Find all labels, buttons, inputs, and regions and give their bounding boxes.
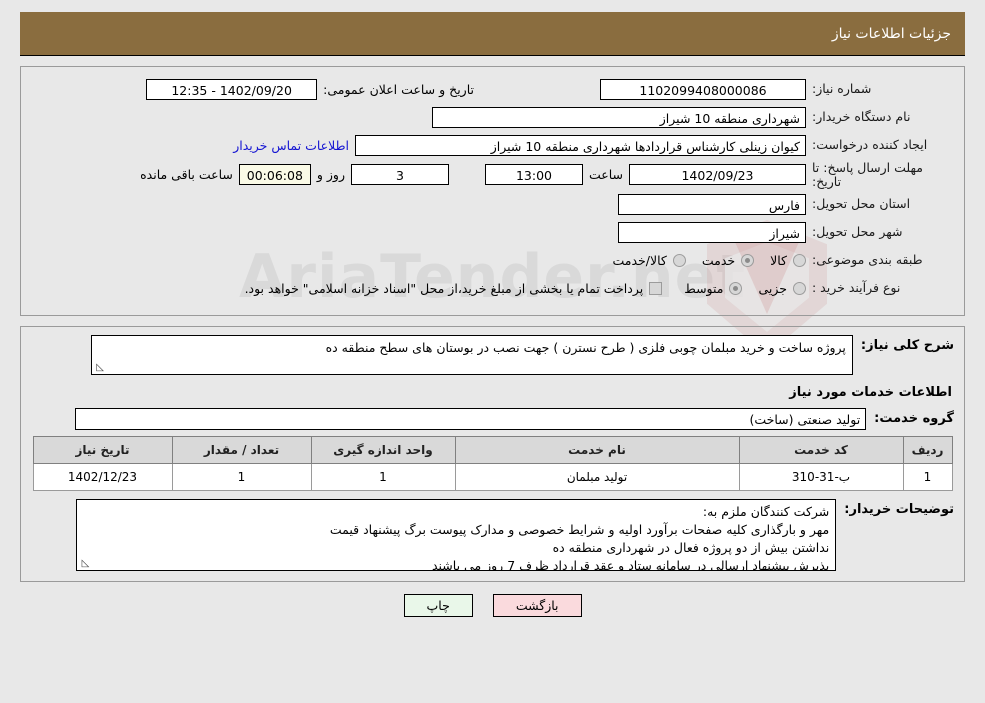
cell-quantity: 1 — [171, 462, 312, 491]
cell-unit: 1 — [310, 462, 456, 491]
time-label: ساعت — [588, 167, 623, 183]
row-need-number: شماره نیاز: 1102099408000086 تاریخ و ساع… — [31, 77, 954, 101]
back-button[interactable]: بازگشت — [492, 593, 582, 617]
process-type-option-minor-label: جزیی — [758, 281, 787, 296]
services-section-heading: اطلاعات خدمات مورد نیاز — [789, 384, 952, 400]
resize-grip-icon[interactable]: ◺ — [94, 362, 104, 373]
service-group-value: تولید صنعتی (ساخت) — [75, 407, 867, 430]
row-city: شهر محل تحویل: شیراز — [31, 221, 954, 245]
radio-icon[interactable] — [672, 254, 686, 267]
announce-datetime-value: 1402/09/20 - 12:35 — [146, 78, 318, 100]
buyer-notes-value[interactable]: شرکت کنندگان ملزم به: مهر و بارگذاری کلی… — [76, 498, 837, 571]
need-info-panel: شماره نیاز: 1102099408000086 تاریخ و ساع… — [20, 66, 965, 316]
buyer-notes-line-1: شرکت کنندگان ملزم به: — [702, 503, 830, 519]
city-value: شیراز — [618, 222, 806, 243]
row-requester: ایجاد کننده درخواست: کیوان زینلی کارشناس… — [31, 133, 954, 157]
remaining-days-value: 3 — [350, 164, 449, 186]
deadline-label: مهلت ارسال پاسخ: تا تاریخ: — [812, 160, 923, 189]
general-description-text: پروژه ساخت و خرید مبلمان چوبی فلزی ( طرح… — [325, 339, 846, 355]
announce-datetime-label: تاریخ و ساعت اعلان عمومی: — [323, 81, 474, 97]
classification-option-goods-service-label: کالا/خدمت — [612, 253, 667, 268]
row-service-group: گروه خدمت: تولید صنعتی (ساخت) — [31, 407, 954, 430]
radio-icon[interactable] — [741, 254, 755, 267]
province-label: استان محل تحویل: — [812, 196, 911, 212]
needs-table: ردیف کد خدمت نام خدمت واحد اندازه گیری ت… — [32, 435, 953, 491]
col-need-date: تاریخ نیاز — [32, 435, 173, 464]
general-description-label: شرح کلی نیاز: — [860, 337, 954, 353]
process-type-label: نوع فرآیند خرید : — [812, 280, 901, 296]
col-quantity: تعداد / مقدار — [171, 435, 312, 464]
classification-label: طبقه بندی موضوعی: — [812, 252, 923, 268]
row-classification: طبقه بندی موضوعی: کالا خدمت کالا/خدمت — [31, 249, 954, 273]
buyer-notes-line-3: نداشتن بیش از دو پروژه فعال در شهرداری م… — [552, 539, 830, 555]
table-header-row: ردیف کد خدمت نام خدمت واحد اندازه گیری ت… — [32, 435, 953, 464]
buyer-notes-label: توضیحات خریدار: — [844, 501, 954, 517]
radio-icon[interactable] — [729, 282, 743, 295]
resize-grip-icon[interactable]: ◺ — [79, 558, 90, 569]
row-buyer-org: نام دستگاه خریدار: شهرداری منطقه 10 شیرا… — [31, 105, 954, 129]
buyer-org-label: نام دستگاه خریدار: — [812, 108, 911, 124]
classification-option-service[interactable]: خدمت — [701, 253, 755, 268]
general-description-value[interactable]: پروژه ساخت و خرید مبلمان چوبی فلزی ( طرح… — [90, 334, 853, 375]
row-province: استان محل تحویل: فارس — [31, 193, 954, 217]
classification-option-service-label: خدمت — [701, 253, 736, 268]
row-deadline: مهلت ارسال پاسخ: تا تاریخ: 1402/09/23 سا… — [31, 161, 954, 189]
cell-need-date: 1402/12/23 — [32, 462, 173, 491]
need-number-label: شماره نیاز: — [812, 80, 872, 96]
classification-option-goods-service[interactable]: کالا/خدمت — [612, 253, 686, 268]
process-type-option-medium[interactable]: متوسط — [684, 281, 743, 296]
page-header: جزئیات اطلاعات نیاز — [20, 12, 965, 56]
col-index: ردیف — [902, 435, 953, 464]
col-service-code: کد خدمت — [738, 435, 904, 464]
service-group-label: گروه خدمت: — [874, 411, 954, 426]
row-buyer-notes: توضیحات خریدار: شرکت کنندگان ملزم به: مه… — [31, 498, 954, 571]
row-general-description: شرح کلی نیاز: پروژه ساخت و خرید مبلمان چ… — [31, 334, 954, 375]
requester-value: کیوان زینلی کارشناس قراردادها شهرداری من… — [355, 134, 806, 156]
process-type-option-minor[interactable]: جزیی — [758, 281, 806, 296]
process-type-radio-group: جزیی متوسط — [668, 281, 806, 296]
remaining-label: ساعت باقی مانده — [140, 167, 233, 183]
radio-icon[interactable] — [793, 282, 806, 295]
deadline-date-value: 1402/09/23 — [629, 164, 806, 186]
treasury-checkbox[interactable] — [649, 282, 663, 295]
deadline-time-value: 13:00 — [484, 164, 583, 186]
countdown-timer: 00:06:08 — [238, 164, 311, 186]
buyer-notes-line-4: پذیرش پیشنهاد ارسالی در سامانه ستاد و عق… — [431, 557, 830, 571]
classification-radio-group: کالا خدمت کالا/خدمت — [596, 253, 806, 268]
province-value: فارس — [618, 194, 806, 215]
cell-service-code: ب-31-310 — [738, 462, 904, 491]
requester-label: ایجاد کننده درخواست: — [812, 136, 928, 152]
buyer-contact-link[interactable]: اطلاعات تماس خریدار — [227, 138, 355, 153]
cell-index: 1 — [902, 462, 953, 491]
classification-option-goods-label: کالا — [770, 253, 787, 268]
classification-option-goods[interactable]: کالا — [770, 253, 806, 268]
description-panel: شرح کلی نیاز: پروژه ساخت و خرید مبلمان چ… — [20, 325, 965, 582]
print-button[interactable]: چاپ — [403, 593, 473, 617]
action-button-bar: بازگشت چاپ — [0, 593, 985, 617]
treasury-checkbox-label: پرداخت تمام یا بخشی از مبلغ خرید،از محل … — [244, 281, 644, 296]
col-service-name: نام خدمت — [454, 435, 740, 464]
buyer-org-value: شهرداری منطقه 10 شیراز — [432, 106, 806, 128]
cell-service-name: تولید مبلمان — [454, 462, 740, 491]
row-process-type: نوع فرآیند خرید : جزیی متوسط پرداخت تمام… — [31, 277, 954, 301]
page-title: جزئیات اطلاعات نیاز — [831, 25, 951, 42]
col-unit: واحد اندازه گیری — [310, 435, 456, 464]
city-label: شهر محل تحویل: — [812, 224, 903, 240]
need-number-value: 1102099408000086 — [600, 78, 806, 100]
days-and-label: روز و — [316, 167, 345, 183]
radio-icon[interactable] — [793, 254, 806, 267]
process-type-option-medium-label: متوسط — [684, 281, 724, 296]
buyer-notes-line-2: مهر و بارگذاری کلیه صفحات برآورد اولیه و… — [329, 521, 830, 537]
table-row: 1 ب-31-310 تولید مبلمان 1 1 1402/12/23 — [32, 462, 953, 491]
